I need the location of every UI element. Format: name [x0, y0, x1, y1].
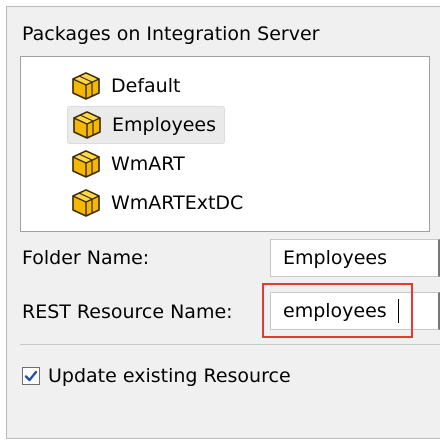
- package-item-label: Employees: [112, 114, 216, 136]
- package-item-label: WmART: [111, 153, 185, 175]
- text-cursor: [398, 299, 399, 323]
- packages-section-label: Packages on Integration Server: [22, 23, 320, 45]
- package-icon: [71, 149, 101, 179]
- package-item-label: WmARTExtDC: [111, 192, 244, 214]
- package-icon: [71, 188, 101, 218]
- update-existing-label: Update existing Resource: [48, 365, 291, 387]
- folder-name-label: Folder Name:: [22, 247, 150, 269]
- package-icon: [71, 71, 101, 101]
- update-existing-resource-option[interactable]: Update existing Resource: [22, 364, 291, 388]
- checkmark-icon: [24, 370, 38, 382]
- package-item-label: Default: [111, 75, 181, 97]
- rest-resource-name-field[interactable]: [270, 292, 440, 330]
- update-existing-checkbox[interactable]: [22, 367, 40, 385]
- package-item-employees[interactable]: Employees: [67, 106, 225, 144]
- package-item-default[interactable]: Default: [67, 67, 188, 105]
- rest-resource-name-label: REST Resource Name:: [22, 301, 233, 323]
- package-item-wmart[interactable]: WmART: [67, 145, 193, 183]
- folder-name-field[interactable]: [270, 239, 440, 277]
- package-icon: [72, 110, 102, 140]
- package-list[interactable]: Default Employees WmART WmARTExtDC: [20, 56, 430, 232]
- package-item-wmartextdc[interactable]: WmARTExtDC: [67, 184, 251, 222]
- section-divider: [20, 344, 440, 345]
